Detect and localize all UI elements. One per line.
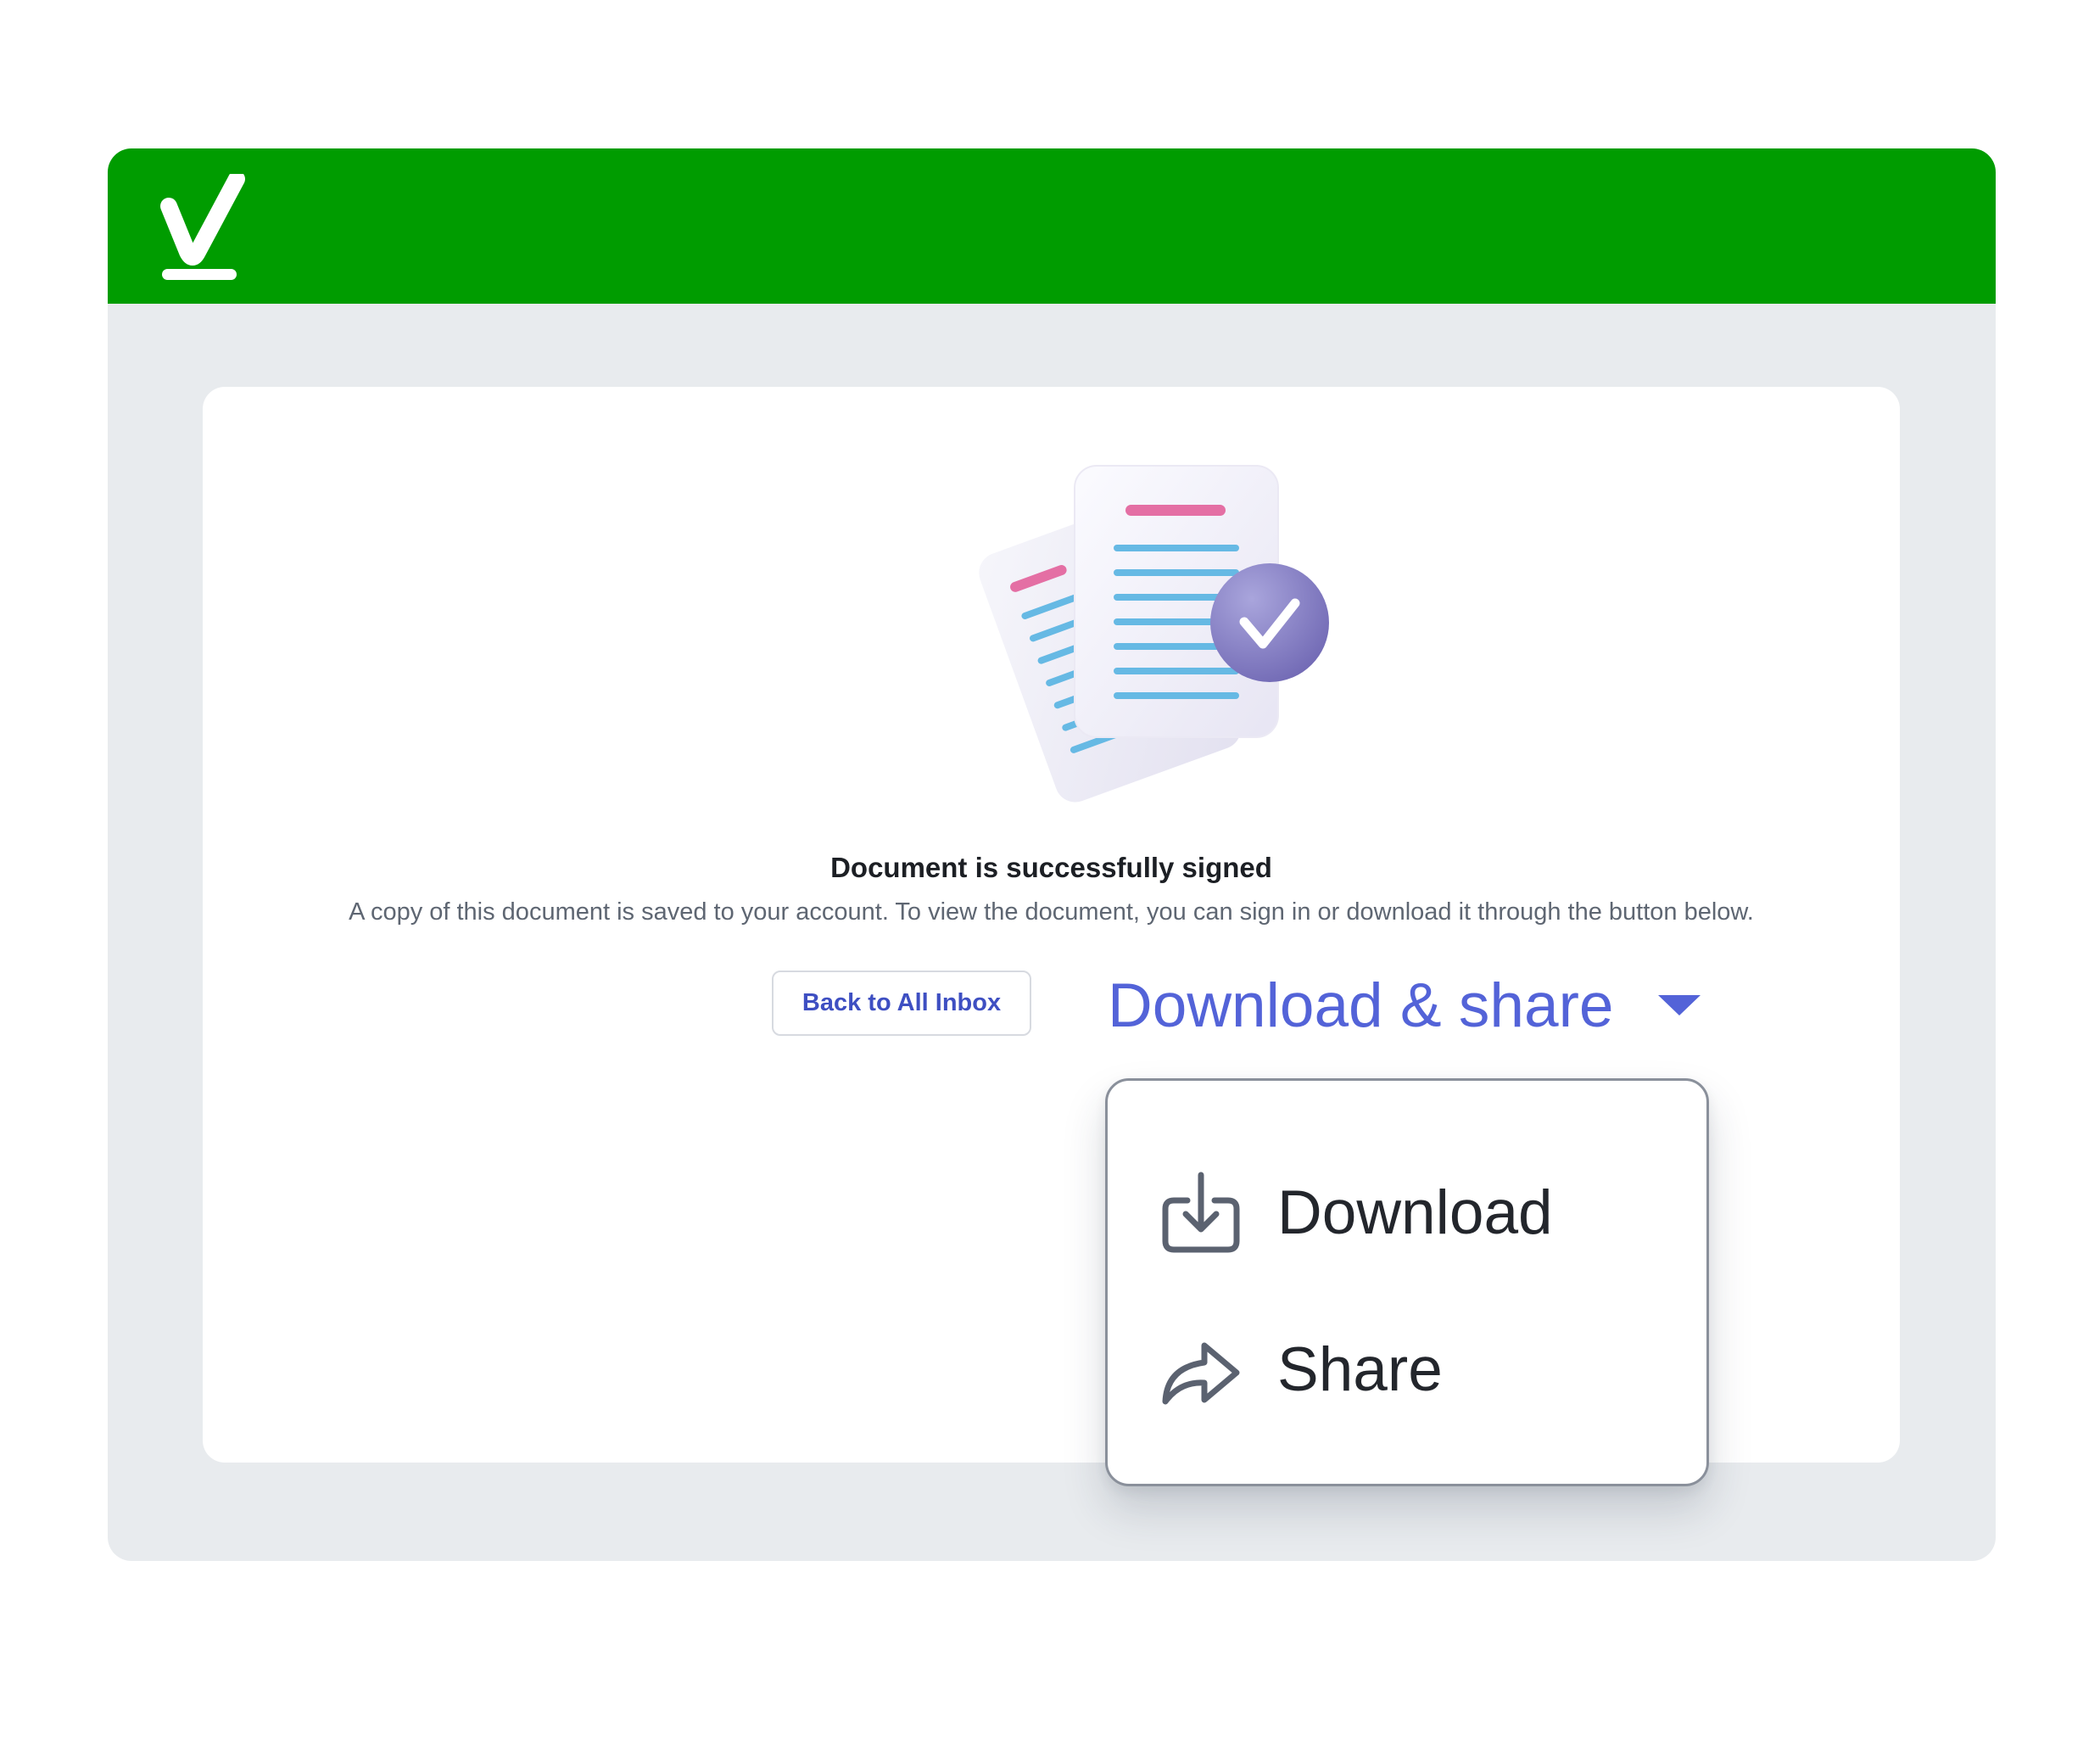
menu-item-share[interactable]: Share xyxy=(1159,1323,1443,1416)
checkmark-logo-icon[interactable] xyxy=(160,174,245,284)
download-share-label: Download & share xyxy=(1108,971,1614,1040)
download-icon xyxy=(1162,1172,1240,1253)
download-share-menu: Download Share xyxy=(1105,1078,1709,1486)
menu-item-share-label: Share xyxy=(1277,1334,1443,1404)
signed-documents-illustration xyxy=(979,465,1329,803)
caret-down-icon[interactable] xyxy=(1656,993,1702,1017)
download-share-dropdown[interactable]: Download & share xyxy=(1108,967,1702,1043)
back-to-inbox-button[interactable]: Back to All Inbox xyxy=(772,971,1031,1036)
header-bar xyxy=(108,148,1996,304)
app-window: Document is successfully signed A copy o… xyxy=(108,148,1996,1561)
menu-item-download[interactable]: Download xyxy=(1159,1166,1553,1259)
menu-item-download-label: Download xyxy=(1277,1178,1553,1247)
share-arrow-icon xyxy=(1162,1342,1240,1405)
success-description: A copy of this document is saved to your… xyxy=(349,898,1754,926)
success-title: Document is successfully signed xyxy=(830,852,1272,883)
